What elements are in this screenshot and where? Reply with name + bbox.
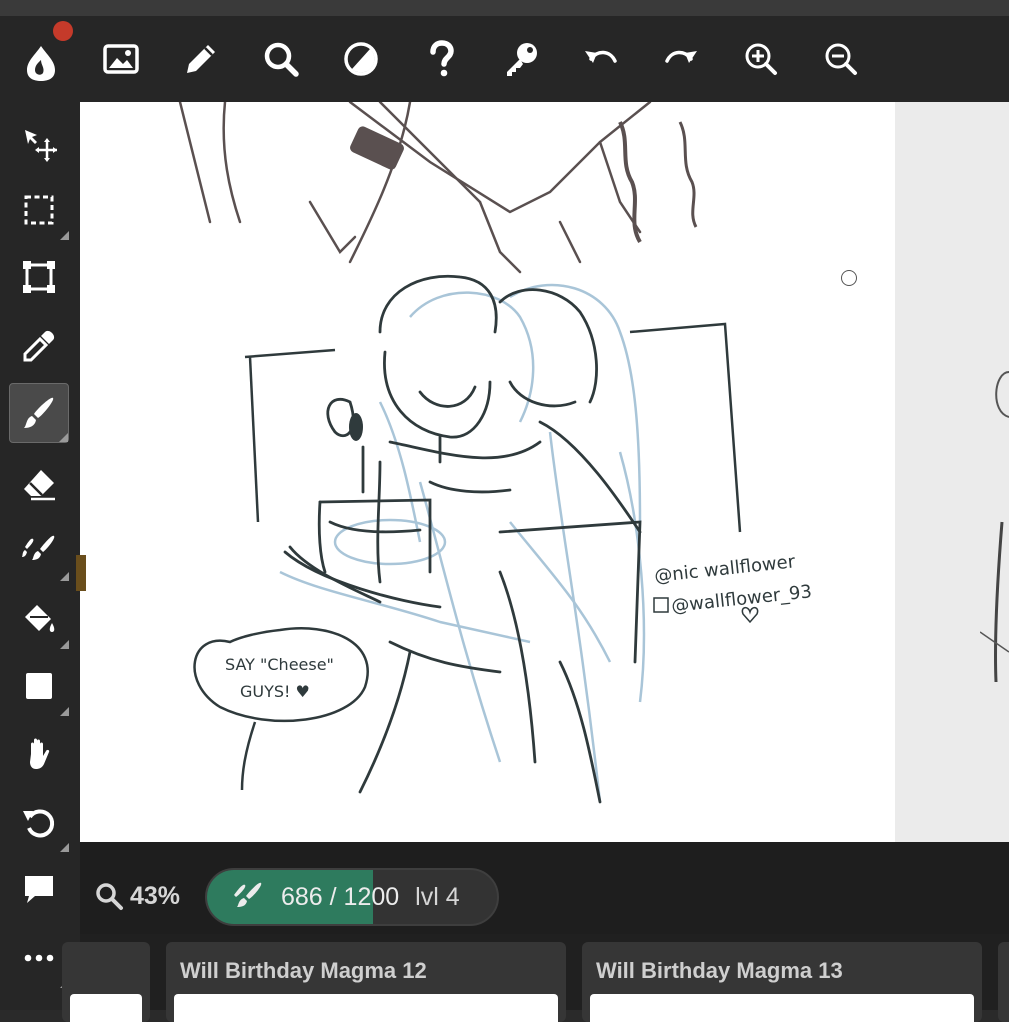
brush-icon — [24, 397, 54, 428]
top-toolbar — [0, 16, 1009, 102]
zoom-out-button[interactable] — [816, 34, 866, 84]
zoom-in-button[interactable] — [736, 34, 786, 84]
eraser-icon — [24, 470, 55, 501]
smudge-tool[interactable] — [9, 521, 69, 581]
undo-button[interactable] — [576, 34, 626, 84]
gallery-card-title: Will Birthday Magma 13 — [596, 958, 843, 983]
submenu-indicator — [60, 231, 69, 240]
adjacent-page-sketch — [980, 371, 1009, 683]
image-icon — [103, 44, 139, 74]
hand-icon — [30, 738, 50, 769]
contrast-icon — [344, 42, 378, 76]
progress-count: 686 / 1200 — [281, 882, 400, 911]
zoom-in-icon — [745, 43, 777, 75]
eyedropper-tool[interactable] — [9, 316, 69, 376]
search-icon — [264, 42, 299, 77]
gallery-card[interactable]: Will Birthday Magma 12 — [166, 942, 566, 1022]
zoom-indicator[interactable]: 43% — [94, 878, 180, 914]
brush-tool[interactable] — [9, 383, 69, 443]
eyedropper-icon — [23, 330, 55, 362]
help-icon — [430, 40, 454, 77]
search-button[interactable] — [256, 34, 306, 84]
rotate-tool[interactable] — [9, 792, 69, 852]
move-tool[interactable] — [9, 114, 69, 174]
gallery-card-title: Will Birthday Magma 12 — [180, 958, 427, 983]
gallery-card[interactable] — [998, 942, 1009, 1022]
signature-line-1: @nic wallflower — [653, 551, 796, 587]
submenu-indicator — [60, 640, 69, 649]
move-icon — [25, 130, 57, 162]
transform-tool[interactable] — [9, 247, 69, 307]
shape-tool[interactable] — [9, 656, 69, 716]
gallery-card[interactable] — [62, 942, 150, 1022]
app-logo-button[interactable] — [16, 38, 66, 88]
image-button[interactable] — [96, 34, 146, 84]
eraser-tool[interactable] — [9, 454, 69, 514]
search-icon — [96, 883, 123, 910]
notification-badge — [53, 21, 73, 41]
submenu-indicator — [60, 572, 69, 581]
sketch-artwork: SAY "Cheese" GUYS! ♥ @nic wallflower @wa… — [178, 102, 813, 804]
submenu-indicator — [59, 433, 68, 442]
square-shape-icon — [26, 673, 52, 699]
submenu-indicator — [60, 707, 69, 716]
gallery-card-thumbnail — [70, 994, 142, 1022]
submenu-indicator — [60, 843, 69, 852]
help-button[interactable] — [416, 34, 466, 84]
key-icon — [507, 43, 537, 76]
hand-tool[interactable] — [9, 724, 69, 784]
speech-bubble-line-1: SAY "Cheese" — [225, 655, 334, 674]
brush-progress-pill[interactable]: 686 / 1200 lvl 4 — [205, 868, 499, 926]
redo-button[interactable] — [656, 34, 706, 84]
app-logo-icon — [27, 46, 55, 81]
more-icon — [24, 954, 54, 962]
window-top-strip — [0, 0, 1009, 16]
smudge-icon — [22, 535, 55, 560]
transform-icon — [23, 261, 55, 293]
redo-icon — [665, 50, 697, 63]
gallery-card[interactable]: Will Birthday Magma 13 — [582, 942, 982, 1022]
marquee-select-icon — [24, 195, 54, 225]
zoom-value: 43% — [130, 881, 181, 910]
comment-tool[interactable] — [9, 859, 69, 919]
progress-level: lvl 4 — [415, 882, 460, 911]
canvas-viewport[interactable]: SAY "Cheese" GUYS! ♥ @nic wallflower @wa… — [80, 102, 1009, 842]
brush-cursor — [841, 270, 857, 286]
pencil-button[interactable] — [176, 34, 226, 84]
undo-icon — [585, 50, 617, 63]
key-button[interactable] — [496, 34, 546, 84]
gallery-card-thumbnail — [590, 994, 974, 1022]
zoom-out-icon — [825, 43, 857, 75]
speech-bubble-line-2: GUYS! ♥ — [240, 682, 310, 701]
fill-tool[interactable] — [9, 589, 69, 649]
canvas-edge-mark — [76, 555, 86, 591]
comment-icon — [25, 876, 53, 903]
gallery-card-thumbnail — [174, 994, 558, 1022]
drawing-canvas[interactable]: SAY "Cheese" GUYS! ♥ @nic wallflower @wa… — [80, 102, 895, 842]
brushes-icon — [234, 882, 262, 907]
rotate-icon — [23, 809, 55, 838]
paint-bucket-icon — [25, 605, 55, 632]
more-tool[interactable] — [9, 928, 69, 988]
pencil-icon — [187, 45, 215, 73]
contrast-button[interactable] — [336, 34, 386, 84]
selection-tool[interactable] — [9, 180, 69, 240]
